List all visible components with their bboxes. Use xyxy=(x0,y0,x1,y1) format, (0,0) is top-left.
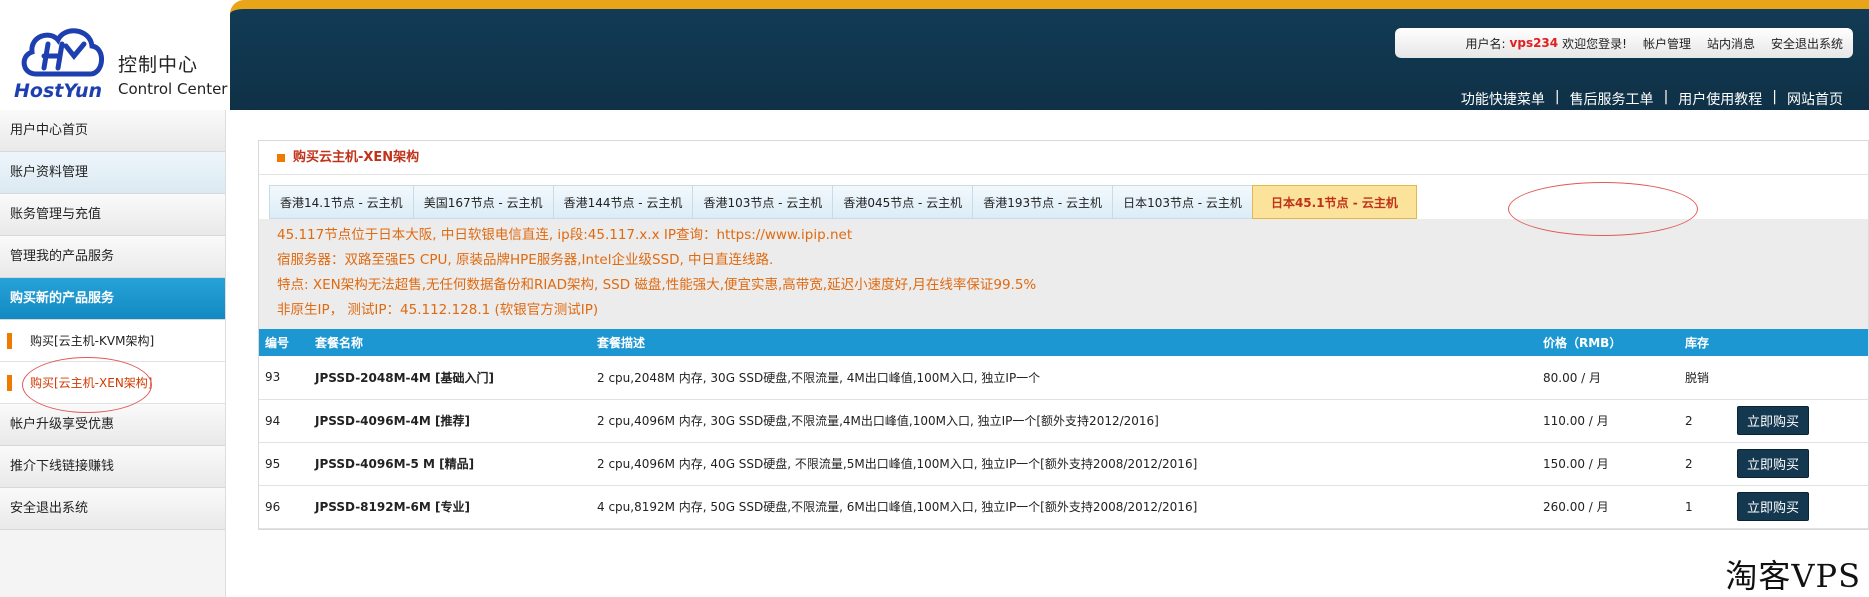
cell-desc: 4 cpu,8192M 内存, 50G SSD硬盘,不限流量, 6M出口峰值,1… xyxy=(597,500,1198,514)
watermark: 淘客VPS xyxy=(1725,557,1861,595)
cloud-logo-icon xyxy=(21,28,104,77)
highlight-ellipse xyxy=(22,357,152,413)
nav-separator: | xyxy=(1554,89,1560,105)
cell-desc: 2 cpu,4096M 内存, 40G SSD硬盘, 不限流量,5M出口峰值,1… xyxy=(597,457,1198,471)
cell-price: 80.00 / 月 xyxy=(1543,370,1602,385)
cell-id: 95 xyxy=(265,456,281,471)
cell-action: 立即购买 xyxy=(1731,399,1868,442)
brand-title-en: Control Center xyxy=(118,80,228,98)
bullet-bar-icon xyxy=(7,333,12,349)
cell-name: JPSSD-2048M-4M [基础入门] xyxy=(315,370,494,385)
brand-title-cn: 控制中心 xyxy=(118,54,199,76)
sidebar: 用户中心首页 账户资料管理 账务管理与充值 管理我的产品服务 购买新的产品服务 … xyxy=(0,110,226,597)
table-header-row: 编号 套餐名称 套餐描述 价格（RMB） 库存 xyxy=(259,329,1868,356)
buy-now-button[interactable]: 立即购买 xyxy=(1737,406,1810,435)
col-header-price: 价格（RMB） xyxy=(1543,336,1622,350)
user-bar: 用户名: vps234 欢迎您登录! 帐户管理 站内消息 安全退出系统 xyxy=(1395,28,1853,58)
cell-price: 110.00 / 月 xyxy=(1543,414,1609,428)
table-row: 94 JPSSD-4096M-4M [推荐] 2 cpu,4096M 内存, 3… xyxy=(259,399,1868,442)
cell-desc: 2 cpu,2048M 内存, 30G SSD硬盘,不限流量, 4M出口峰值,1… xyxy=(597,370,1041,385)
logo-text: HostYun xyxy=(14,80,103,102)
nav-separator: | xyxy=(1772,89,1777,105)
cell-stock: 2 xyxy=(1685,413,1693,428)
panel-title-text: 购买云主机-XEN架构 xyxy=(293,150,420,165)
nav-tutorial[interactable]: 用户使用教程 xyxy=(1678,89,1762,109)
col-header-stock: 库存 xyxy=(1685,336,1710,350)
buy-now-button[interactable]: 立即购买 xyxy=(1737,492,1810,521)
main-content: 购买云主机-XEN架构 香港14.1节点 - 云主机 美国167节点 - 云主机… xyxy=(258,140,1869,530)
top-nav: 功能快捷菜单 | 售后服务工单 | 用户使用教程 | 网站首页 xyxy=(1461,89,1843,109)
nav-home[interactable]: 网站首页 xyxy=(1787,89,1843,109)
bullet-bar-icon xyxy=(7,375,12,391)
top-banner: 用户名: vps234 欢迎您登录! 帐户管理 站内消息 安全退出系统 功能快捷… xyxy=(230,0,1869,110)
cell-name: JPSSD-4096M-5 M [精品] xyxy=(315,457,475,471)
table-row: 93 JPSSD-2048M-4M [基础入门] 2 cpu,2048M 内存,… xyxy=(259,356,1868,399)
sidebar-item-referral[interactable]: 推介下线链接赚钱 xyxy=(0,446,225,488)
panel-title: 购买云主机-XEN架构 xyxy=(259,141,1868,175)
username-label: 用户名: xyxy=(1465,36,1506,51)
cell-action: 立即购买 xyxy=(1731,442,1868,485)
sidebar-sub-label: 购买[云主机-KVM架构] xyxy=(30,334,155,348)
table-row: 96 JPSSD-8192M-6M [专业] 4 cpu,8192M 内存, 5… xyxy=(259,485,1868,528)
nav-shortcut-menu[interactable]: 功能快捷菜单 xyxy=(1461,89,1545,109)
messages-link[interactable]: 站内消息 xyxy=(1707,35,1755,52)
cell-price: 150.00 / 月 xyxy=(1543,457,1609,471)
sidebar-item-profile[interactable]: 账户资料管理 xyxy=(0,152,225,194)
logout-link[interactable]: 安全退出系统 xyxy=(1771,35,1843,52)
col-header-id: 编号 xyxy=(265,336,290,350)
plans-table: 编号 套餐名称 套餐描述 价格（RMB） 库存 93 JPSSD-2048M-4… xyxy=(259,329,1868,529)
sidebar-item-manage-products[interactable]: 管理我的产品服务 xyxy=(0,236,225,278)
tab-jp-45-1[interactable]: 日本45.1节点 - 云主机 xyxy=(1251,185,1417,219)
cell-desc: 2 cpu,4096M 内存, 30G SSD硬盘,不限流量,4M出口峰值,10… xyxy=(597,414,1159,428)
sidebar-item-billing[interactable]: 账务管理与充值 xyxy=(0,194,225,236)
sidebar-item-logout[interactable]: 安全退出系统 xyxy=(0,488,225,530)
nav-separator: | xyxy=(1663,89,1669,105)
info-line: 宿服务器：双路至强E5 CPU, 原装品牌HPE服务器,Intel企业级SSD,… xyxy=(277,252,774,268)
cell-stock: 1 xyxy=(1685,499,1693,514)
cell-name: JPSSD-8192M-6M [专业] xyxy=(315,500,470,514)
header: HostYun 控制中心 Control Center 用户名: vps234 … xyxy=(0,0,1869,110)
tab-hk-045[interactable]: 香港045节点 - 云主机 xyxy=(832,185,974,219)
buy-now-button[interactable]: 立即购买 xyxy=(1737,449,1810,478)
cell-price: 260.00 / 月 xyxy=(1543,500,1609,514)
tab-hk-144[interactable]: 香港144节点 - 云主机 xyxy=(552,185,694,219)
cell-id: 93 xyxy=(265,370,281,385)
sidebar-item-buy-products[interactable]: 购买新的产品服务 xyxy=(0,278,225,320)
welcome-text: 欢迎您登录! xyxy=(1562,36,1627,51)
tab-us-167[interactable]: 美国167节点 - 云主机 xyxy=(412,185,554,219)
info-line: 特点: XEN架构无法超售,无任何数据备份和RIAD架构, SSD 磁盘,性能强… xyxy=(277,277,1037,293)
cell-action xyxy=(1731,356,1868,399)
logo-area: HostYun 控制中心 Control Center xyxy=(0,0,230,110)
tab-jp-103[interactable]: 日本103节点 - 云主机 xyxy=(1112,185,1253,219)
cell-id: 96 xyxy=(265,499,281,514)
tab-hk-103[interactable]: 香港103节点 - 云主机 xyxy=(692,185,834,219)
cell-action: 立即购买 xyxy=(1731,485,1868,528)
tab-hk-14-1[interactable]: 香港14.1节点 - 云主机 xyxy=(269,185,414,219)
info-line: 非原生IP， 测试IP：45.112.128.1 (软银官方测试IP) xyxy=(277,302,599,318)
cell-id: 94 xyxy=(265,413,281,428)
username: vps234 xyxy=(1509,36,1559,50)
col-header-action xyxy=(1731,329,1868,356)
cell-name: JPSSD-4096M-4M [推荐] xyxy=(315,414,470,428)
sidebar-sub-buy-kvm[interactable]: 购买[云主机-KVM架构] xyxy=(0,320,225,362)
table-row: 95 JPSSD-4096M-5 M [精品] 2 cpu,4096M 内存, … xyxy=(259,442,1868,485)
col-header-desc: 套餐描述 xyxy=(597,336,646,350)
cell-stock: 脱销 xyxy=(1685,370,1710,385)
title-bullet-icon xyxy=(277,153,285,162)
highlight-ellipse xyxy=(1508,182,1698,236)
sidebar-item-home[interactable]: 用户中心首页 xyxy=(0,110,225,152)
nav-support-ticket[interactable]: 售后服务工单 xyxy=(1570,89,1654,109)
cell-stock: 2 xyxy=(1685,456,1693,471)
col-header-name: 套餐名称 xyxy=(315,336,364,350)
node-info: 45.117节点位于日本大阪, 中日软银电信直连, ip段:45.117.x.x… xyxy=(259,219,1868,329)
tab-hk-193[interactable]: 香港193节点 - 云主机 xyxy=(972,185,1114,219)
account-manage-link[interactable]: 帐户管理 xyxy=(1643,35,1691,52)
